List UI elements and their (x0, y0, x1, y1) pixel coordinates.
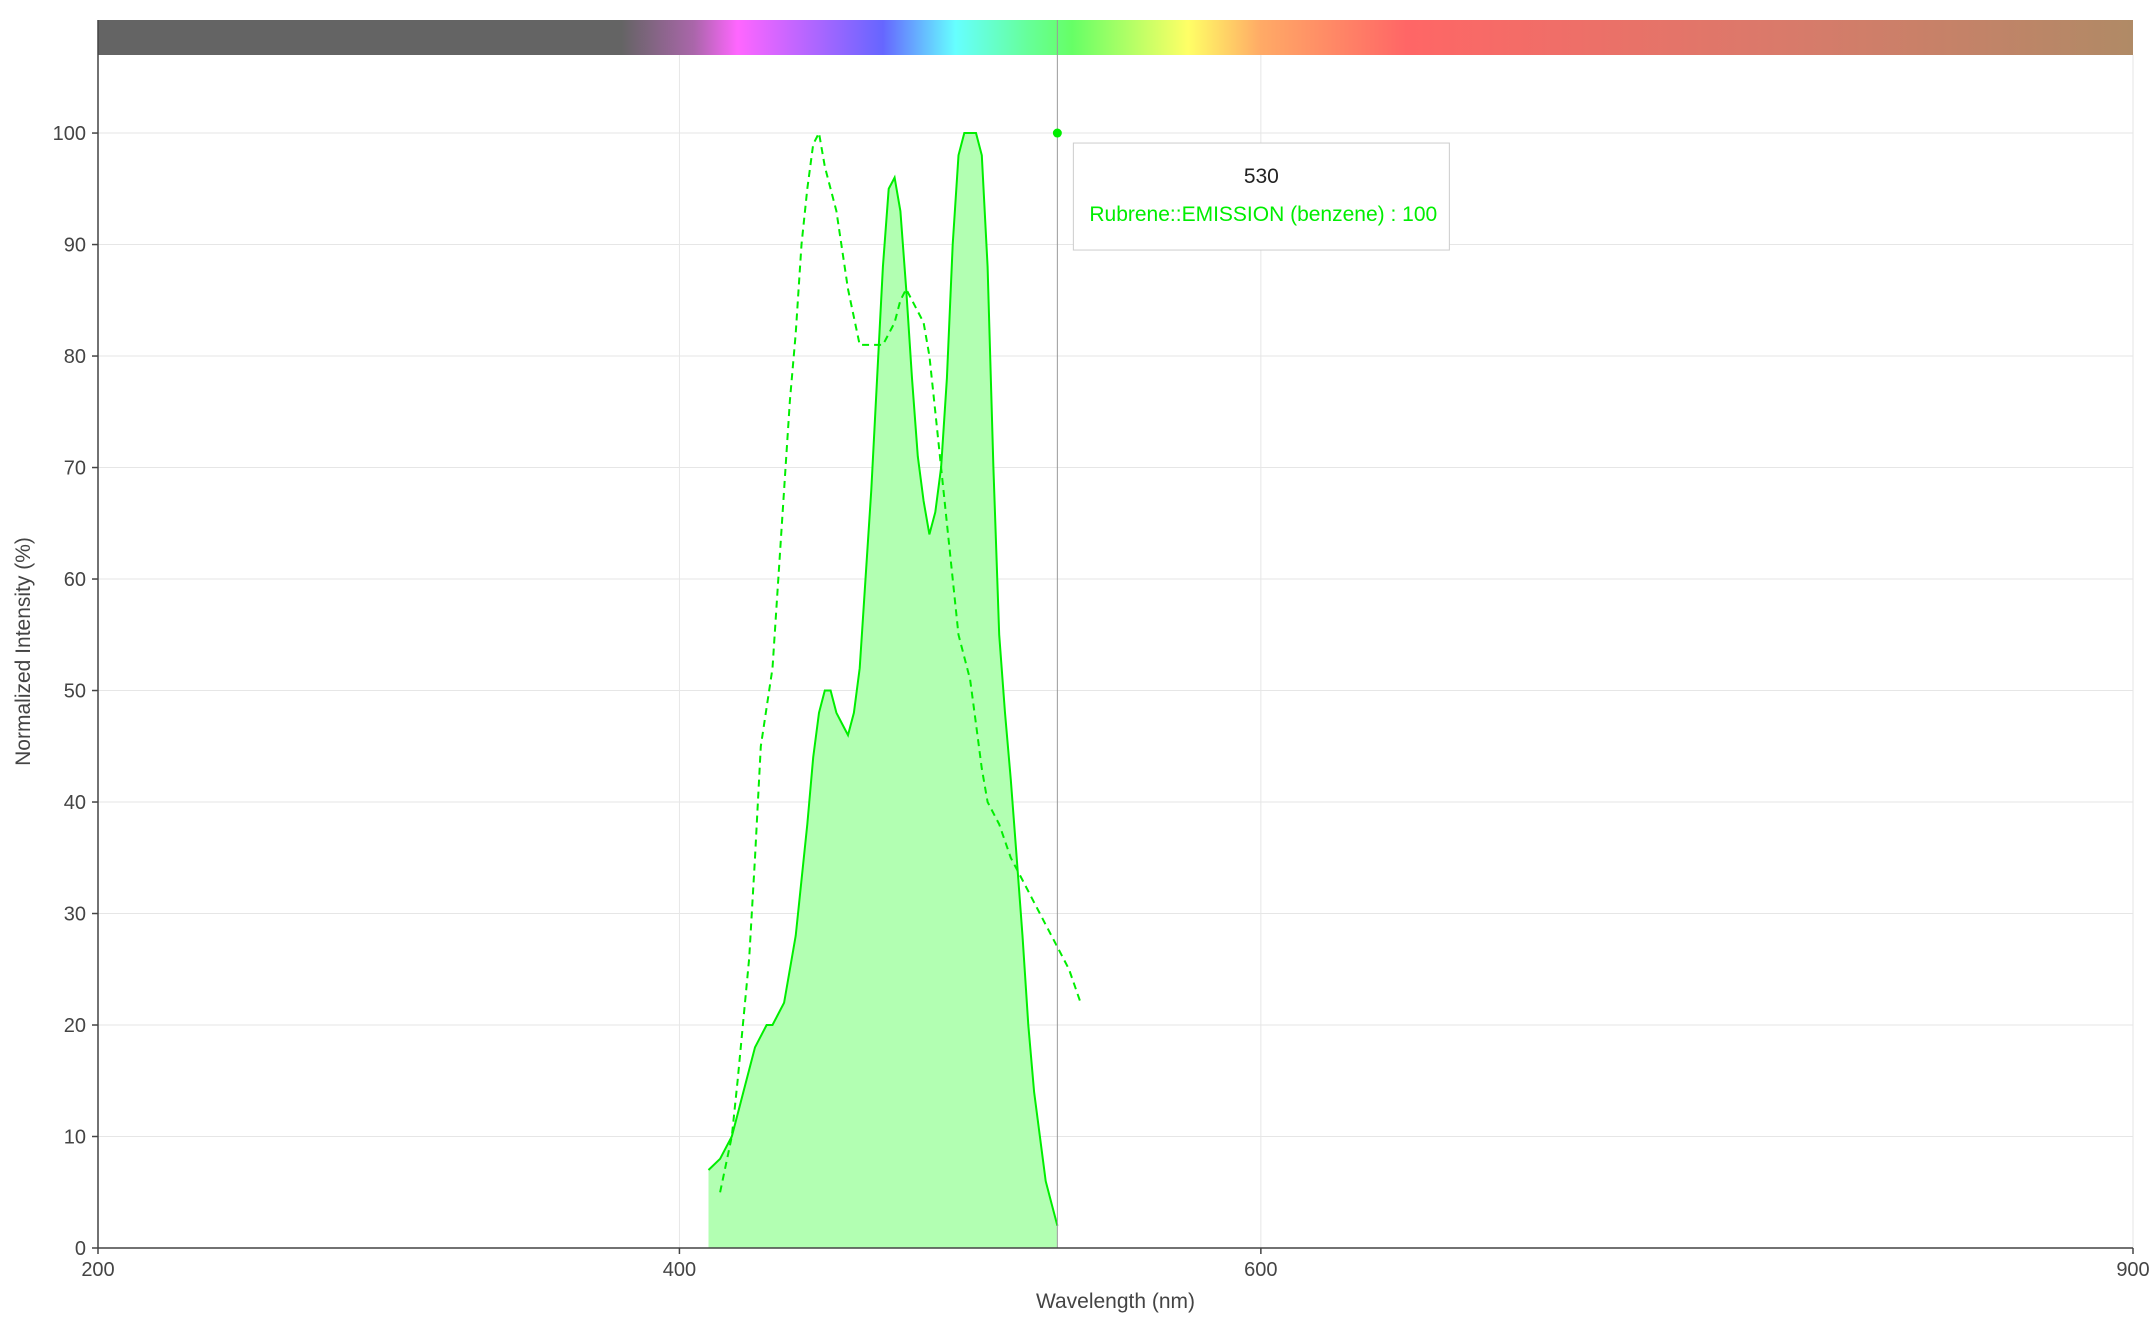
hover-tooltip: 530 Rubrene::EMISSION (benzene) : 100 (1072, 142, 1450, 251)
wavelength-color-strip (98, 20, 2133, 55)
tick-labels: 0 10 20 30 40 50 60 70 80 90 100 200 400 600 900 (53, 123, 2150, 1281)
y-tick-label: 0 (75, 1238, 86, 1260)
tooltip-box (1072, 142, 1450, 251)
y-tick-label: 40 (64, 792, 86, 814)
y-tick-label: 30 (64, 904, 86, 926)
y-tick-label: 80 (64, 346, 86, 368)
x-tick-label: 400 (663, 1259, 696, 1281)
y-tick-label: 60 (64, 569, 86, 591)
y-tick-label: 20 (64, 1015, 86, 1037)
tooltip-series-value: Rubrene::EMISSION (benzene) : 100 (1089, 203, 1437, 226)
y-tick-label: 70 (64, 458, 86, 480)
x-tick-label: 200 (81, 1259, 114, 1281)
y-axis-title: Normalized Intensity (%) (12, 537, 35, 766)
x-tick-label: 900 (2116, 1259, 2149, 1281)
y-tick-label: 50 (64, 681, 86, 703)
y-tick-label: 10 (64, 1127, 86, 1149)
hover-point (1052, 128, 1062, 138)
y-tick-label: 100 (53, 123, 86, 145)
spectrum-chart: 0 10 20 30 40 50 60 70 80 90 100 200 400 600 900 Wavel… (0, 0, 2154, 1313)
hover-crosshair (1052, 20, 1062, 1248)
x-axis-title: Wavelength (nm) (1036, 1290, 1195, 1313)
tooltip-title: 530 (1244, 165, 1279, 188)
x-tick-label: 600 (1244, 1259, 1277, 1281)
y-tick-label: 90 (64, 235, 86, 257)
chart-canvas: 0 10 20 30 40 50 60 70 80 90 100 200 400 600 900 Wavel… (12, 20, 2150, 1313)
